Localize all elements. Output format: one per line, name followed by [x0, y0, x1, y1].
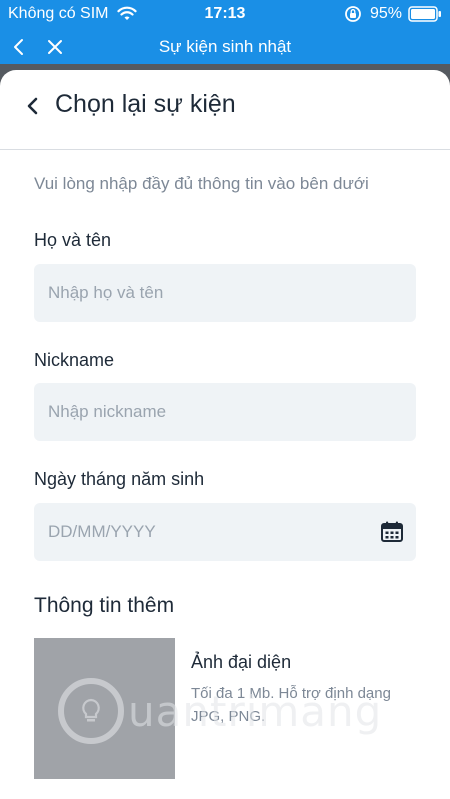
- battery-percent: 95%: [369, 5, 402, 22]
- nickname-label: Nickname: [34, 350, 115, 370]
- birthdate-label: Ngày tháng năm sinh: [34, 469, 205, 489]
- event-card: Chọn lại sự kiện Vui lòng nhập đầy đủ th…: [0, 70, 450, 799]
- name-label: Họ và tên: [34, 230, 112, 250]
- status-bar: Không có SIM 17:13 95%: [0, 0, 450, 30]
- nickname-input[interactable]: [34, 383, 416, 441]
- lightbulb-icon: [58, 678, 124, 744]
- section-title: Thông tin thêm: [34, 594, 175, 617]
- sheet-backdrop: Chọn lại sự kiện Vui lòng nhập đầy đủ th…: [0, 64, 450, 799]
- calendar-icon[interactable]: [380, 520, 404, 544]
- nav-title: Sự kiện sinh nhật: [158, 37, 292, 56]
- battery-icon: [408, 6, 441, 22]
- card-header: Chọn lại sự kiện: [0, 70, 450, 150]
- watermark: uantrimang: [58, 678, 382, 744]
- status-right: 95%: [344, 5, 442, 23]
- watermark-text: uantrimang: [128, 686, 383, 736]
- intro-text: Vui lòng nhập đầy đủ thông tin vào bên d…: [34, 174, 369, 193]
- name-input[interactable]: [34, 264, 416, 322]
- nav-bar: Sự kiện sinh nhật: [0, 30, 450, 64]
- avatar-title: Ảnh đại diện: [191, 652, 292, 672]
- birthdate-input[interactable]: [34, 503, 416, 561]
- rotation-lock-icon: [345, 6, 361, 22]
- page-title: Chọn lại sự kiện: [55, 90, 236, 118]
- chevron-left-icon[interactable]: [24, 96, 42, 116]
